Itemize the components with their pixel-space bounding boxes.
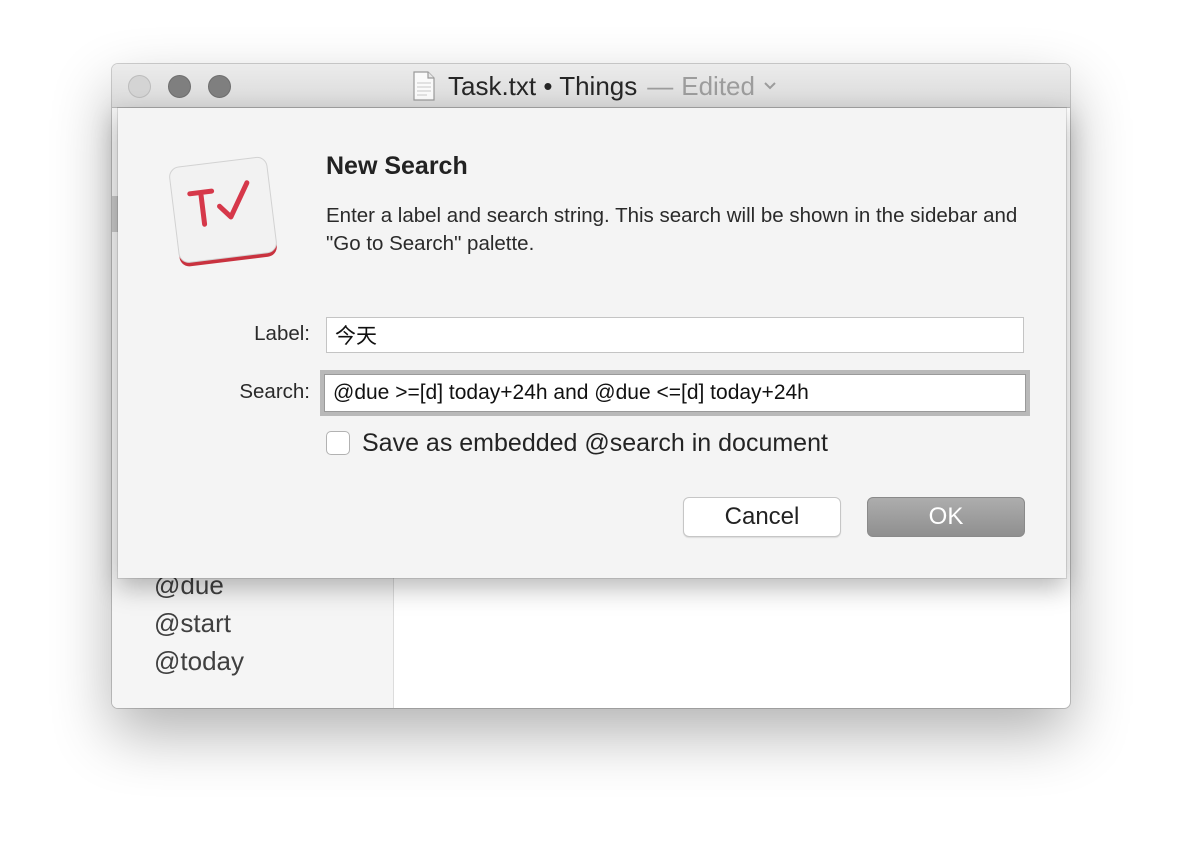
label-input[interactable]: [326, 317, 1024, 353]
dialog-title: New Search: [326, 152, 468, 180]
minimize-button[interactable]: [168, 75, 191, 98]
label-field-label: Label:: [254, 322, 310, 345]
taskpaper-app-icon: [169, 156, 277, 267]
document-icon: [413, 71, 435, 101]
zoom-button[interactable]: [208, 75, 231, 98]
search-input[interactable]: [324, 374, 1026, 412]
title-bar: Task.txt • Things — Edited: [112, 64, 1070, 108]
ok-button[interactable]: OK: [867, 497, 1025, 537]
edited-status: Edited: [681, 70, 755, 101]
embed-search-checkbox[interactable]: [326, 431, 350, 455]
embed-search-label[interactable]: Save as embedded @search in document: [362, 429, 828, 458]
title-separator: —: [647, 70, 674, 101]
document-title: Task.txt • Things: [448, 70, 638, 101]
sidebar-item-start[interactable]: @start: [154, 604, 244, 642]
sidebar-item-today[interactable]: @today: [154, 642, 244, 680]
dialog-message: Enter a label and search string. This se…: [326, 204, 1018, 255]
sidebar-list: @due @start @today: [154, 566, 244, 680]
close-button[interactable]: [128, 75, 151, 98]
search-field-label: Search:: [239, 380, 310, 403]
new-search-dialog: New Search Enter a label and search stri…: [118, 108, 1066, 578]
embed-search-option[interactable]: Save as embedded @search in document: [326, 428, 828, 458]
cancel-button[interactable]: Cancel: [683, 497, 841, 537]
chevron-down-icon[interactable]: [763, 81, 777, 91]
window-title[interactable]: Task.txt • Things — Edited: [412, 70, 777, 101]
